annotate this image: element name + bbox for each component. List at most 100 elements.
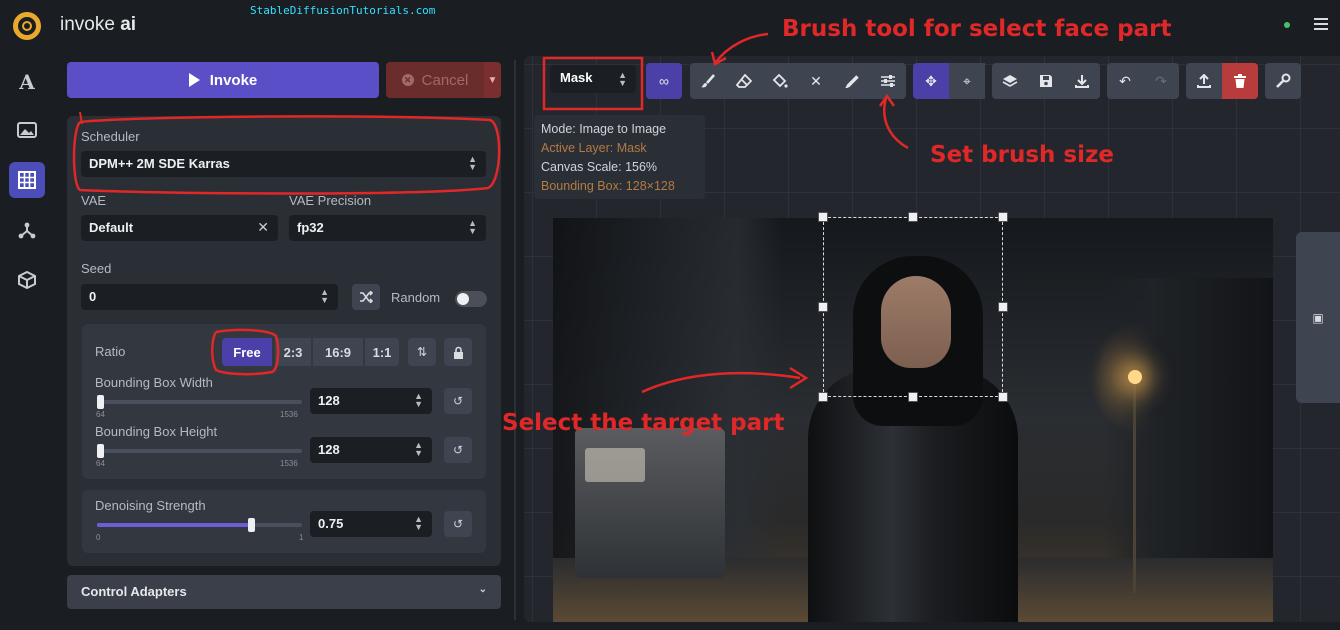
gallery-icon: ▣ xyxy=(1312,310,1324,325)
workflow-nodes-tab-icon[interactable] xyxy=(9,212,45,248)
vae-precision-label: VAE Precision xyxy=(289,193,372,208)
slider-thumb[interactable] xyxy=(247,518,255,532)
reset-view-icon[interactable]: ⌖ xyxy=(949,63,985,99)
cancel-options-chevron-icon[interactable]: ▼ xyxy=(484,62,501,98)
move-tools-group: ✥ ⌖ xyxy=(913,63,985,99)
wrench-icon[interactable] xyxy=(1265,63,1301,99)
ratio-2-3-button[interactable]: 2:3 xyxy=(275,338,311,366)
bbox-width-slider[interactable] xyxy=(97,395,302,409)
vae-precision-value: fp32 xyxy=(297,220,324,235)
vae-value: Default xyxy=(89,220,134,235)
bbox-height-input[interactable]: 128 ▲ ▼ xyxy=(310,437,432,463)
bbox-height-label: Bounding Box Height xyxy=(95,424,218,439)
ratio-label: Ratio xyxy=(95,344,126,359)
bounding-box[interactable] xyxy=(818,212,1008,402)
reset-denoise-icon[interactable]: ↺ xyxy=(444,511,472,537)
ratio-16-9-button[interactable]: 16:9 xyxy=(313,338,363,366)
panel-divider[interactable] xyxy=(514,60,516,620)
brush-icon[interactable] xyxy=(690,63,726,99)
random-label: Random xyxy=(391,290,441,305)
bbox-width-min: 64 xyxy=(96,410,105,419)
chevron-down-icon: ⌄ xyxy=(478,584,487,595)
stepper-icon[interactable]: ▲ ▼ xyxy=(414,392,423,409)
generation-settings-panel: Invoke ✕ Cancel ▼ Scheduler DPM++ 2M SDE… xyxy=(60,56,508,622)
upload-clear-group xyxy=(1186,63,1258,99)
select-chevron-icon: ▲ ▼ xyxy=(468,218,477,236)
merge-layers-icon[interactable] xyxy=(992,63,1028,99)
mask-options-icon[interactable]: ∞ xyxy=(646,63,682,99)
select-chevron-icon: ▲ ▼ xyxy=(618,70,627,88)
swap-dimensions-icon[interactable]: ⇅ xyxy=(408,338,436,366)
annotation-brush-size: Set brush size xyxy=(930,142,1114,168)
slider-thumb[interactable] xyxy=(97,444,104,458)
bbox-handle[interactable] xyxy=(998,392,1008,402)
stepper-icon[interactable]: ▲ ▼ xyxy=(414,441,423,458)
app-title: invoke ai xyxy=(60,14,137,35)
vae-precision-select[interactable]: fp32 ▲ ▼ xyxy=(289,215,486,241)
reset-width-icon[interactable]: ↺ xyxy=(444,388,472,414)
mask-options-group: ∞ xyxy=(646,63,682,99)
model-manager-tab-icon[interactable] xyxy=(9,262,45,298)
layer-select[interactable]: Mask ▲ ▼ xyxy=(550,65,636,93)
ratio-free-button[interactable]: Free xyxy=(222,338,272,366)
control-adapters-accordion[interactable]: Control Adapters ⌄ xyxy=(67,575,501,609)
unified-canvas-tab-icon[interactable] xyxy=(9,162,45,198)
play-icon xyxy=(188,73,200,87)
unified-canvas[interactable]: Mask ▲ ▼ ∞ ✕ ✥ ⌖ ↶ ↷ Mode: Image to Imag… xyxy=(524,56,1340,622)
vae-select[interactable]: Default ✕ xyxy=(81,215,278,241)
eraser-icon[interactable] xyxy=(726,63,762,99)
fill-bucket-icon[interactable] xyxy=(762,63,798,99)
active-layer-status: Active Layer: Mask xyxy=(541,141,647,155)
reset-height-icon[interactable]: ↺ xyxy=(444,437,472,463)
image-lamp-pole xyxy=(1133,383,1136,593)
shuffle-seed-icon[interactable] xyxy=(352,284,380,310)
text-to-image-tab-icon[interactable]: A xyxy=(9,64,45,100)
upload-icon[interactable] xyxy=(1186,63,1222,99)
bbox-handle[interactable] xyxy=(818,392,828,402)
bbox-handle[interactable] xyxy=(818,302,828,312)
hamburger-menu-icon[interactable] xyxy=(1314,18,1328,33)
scheduler-label: Scheduler xyxy=(81,129,140,144)
save-icon[interactable] xyxy=(1028,63,1064,99)
core-settings-section: Scheduler DPM++ 2M SDE Karras ▲ ▼ VAE Def… xyxy=(67,116,501,566)
invoke-button[interactable]: Invoke xyxy=(67,62,379,98)
trash-icon[interactable] xyxy=(1222,63,1258,99)
bbox-width-value: 128 xyxy=(318,393,340,408)
bbox-handle[interactable] xyxy=(908,212,918,222)
color-picker-icon[interactable] xyxy=(834,63,870,99)
bbox-height-min: 64 xyxy=(96,459,105,468)
layer-select-value: Mask xyxy=(560,70,593,85)
bbox-handle[interactable] xyxy=(818,212,828,222)
scheduler-select[interactable]: DPM++ 2M SDE Karras ▲ ▼ xyxy=(81,151,486,177)
move-tool-icon[interactable]: ✥ xyxy=(913,63,949,99)
canvas-scale-status: Canvas Scale: 156% xyxy=(541,160,658,174)
brush-settings-icon[interactable] xyxy=(870,63,906,99)
denoise-slider[interactable] xyxy=(97,518,302,532)
seed-value: 0 xyxy=(89,289,97,304)
undo-icon[interactable]: ↶ xyxy=(1107,63,1143,99)
clear-mask-icon[interactable]: ✕ xyxy=(798,63,834,99)
download-icon[interactable] xyxy=(1064,63,1100,99)
denoise-value: 0.75 xyxy=(318,516,344,531)
gallery-panel-toggle[interactable]: ▣ xyxy=(1296,232,1340,403)
redo-icon[interactable]: ↷ xyxy=(1143,63,1179,99)
bbox-handle[interactable] xyxy=(908,392,918,402)
vae-label: VAE xyxy=(81,193,107,208)
lock-ratio-icon[interactable] xyxy=(444,338,472,366)
clear-vae-icon[interactable]: ✕ xyxy=(257,219,269,236)
denoise-input[interactable]: 0.75 ▲ ▼ xyxy=(310,511,432,537)
annotation-target-part: Select the target part xyxy=(502,410,785,436)
random-seed-toggle[interactable] xyxy=(455,291,487,307)
cancel-button[interactable]: ✕ Cancel xyxy=(386,62,484,98)
bbox-handle[interactable] xyxy=(998,212,1008,222)
image-to-image-tab-icon[interactable] xyxy=(9,112,45,148)
stepper-icon[interactable]: ▲ ▼ xyxy=(414,515,423,532)
slider-thumb[interactable] xyxy=(97,395,104,409)
ratio-1-1-button[interactable]: 1:1 xyxy=(365,338,399,366)
bbox-width-input[interactable]: 128 ▲ ▼ xyxy=(310,388,432,414)
seed-input[interactable]: 0 ▲ ▼ xyxy=(81,284,338,310)
bbox-handle[interactable] xyxy=(998,302,1008,312)
bbox-height-slider[interactable] xyxy=(97,444,302,458)
cancel-circle-icon: ✕ xyxy=(401,74,414,86)
stepper-icon[interactable]: ▲ ▼ xyxy=(320,288,329,305)
